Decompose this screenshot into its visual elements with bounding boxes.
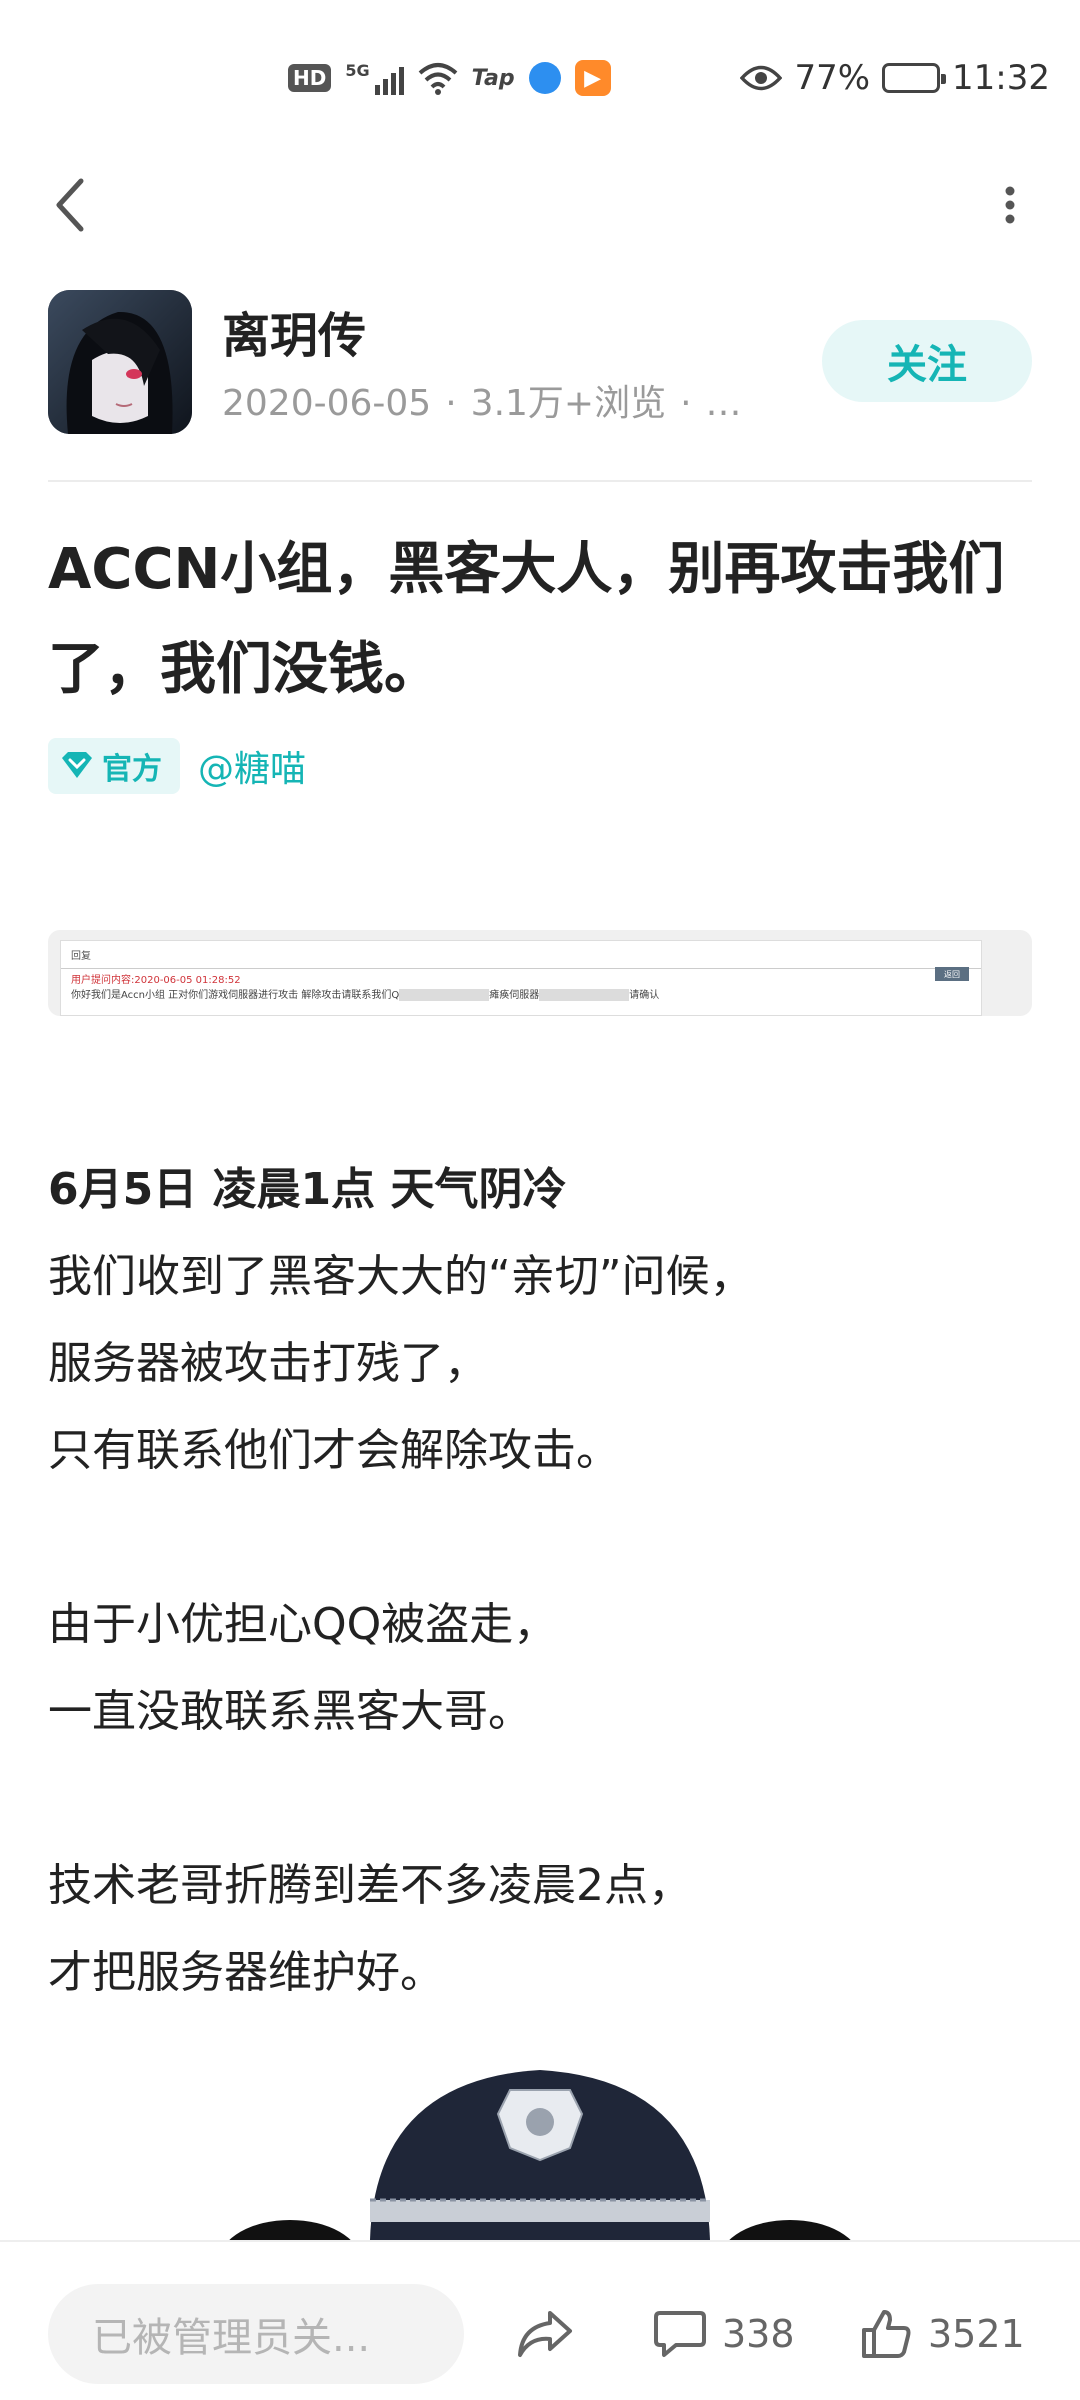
body-line: 6月5日 凌晨1点 天气阴冷: [48, 1164, 567, 1215]
status-left-icons: HD 5G Tap ▶: [288, 56, 611, 100]
chevron-left-icon: [56, 178, 84, 232]
redacted-block: [399, 989, 490, 1001]
post-body: 6月5日 凌晨1点 天气阴冷 我们收到了黑客大大的“亲切”问候， 服务器被攻击打…: [48, 1146, 1032, 2016]
network-type-label: 5G: [345, 61, 370, 80]
status-right: 77% 11:32: [740, 56, 1050, 100]
bottom-action-bar: 已被管理员关... 338 3521: [0, 2240, 1080, 2400]
author-name[interactable]: 离玥传: [222, 296, 366, 366]
body-line: 由于小优担心QQ被盗走，: [48, 1599, 558, 1650]
follow-button[interactable]: 关注: [822, 320, 1032, 402]
screenshot-timestamp: 用户提问内容:2020-06-05 01:28:52: [71, 975, 241, 986]
wifi-icon: [418, 63, 457, 95]
screenshot-frame: 回复 用户提问内容:2020-06-05 01:28:52 你好我们是Accn小…: [60, 940, 982, 1016]
body-line: 技术老哥折腾到差不多凌晨2点，: [48, 1860, 692, 1911]
official-label: 官方: [102, 752, 162, 787]
post-meta: 2020-06-05 · 3.1万+浏览 ·…: [222, 383, 742, 424]
game-avatar-image: [48, 290, 192, 434]
browser-app-icon: [528, 62, 561, 94]
screenshot-message-part: 瘫痪伺服器: [489, 990, 540, 1001]
comment-icon: [654, 2311, 706, 2357]
taptap-icon: Tap: [471, 65, 515, 91]
comment-button[interactable]: 338: [654, 2284, 795, 2384]
body-line: 服务器被攻击打残了，: [48, 1338, 488, 1389]
divider: [48, 480, 1032, 482]
more-options-button[interactable]: [980, 170, 1040, 240]
share-icon: [518, 2311, 572, 2357]
body-line: [48, 1755, 1032, 1842]
body-line: 才把服务器维护好。: [48, 1947, 444, 1998]
post-date: 2020-06-05: [222, 383, 432, 424]
like-count: 3521: [928, 2312, 1025, 2356]
mention-link[interactable]: @糖喵: [198, 740, 306, 792]
comment-input[interactable]: 已被管理员关...: [48, 2284, 464, 2384]
signal-icon: 5G: [345, 61, 404, 95]
comment-count: 338: [722, 2312, 795, 2356]
official-badge: 官方: [48, 738, 180, 794]
thumbs-up-icon: [862, 2310, 911, 2358]
like-button[interactable]: 3521: [860, 2284, 1025, 2384]
post-image-screenshot[interactable]: 回复 用户提问内容:2020-06-05 01:28:52 你好我们是Accn小…: [48, 930, 1032, 1016]
author-header: 离玥传 2020-06-05 · 3.1万+浏览 ·… 关注: [48, 290, 1032, 436]
body-line: 我们收到了黑客大大的“亲切”问候，: [48, 1251, 754, 1302]
more-vertical-icon: [1005, 186, 1015, 224]
police-cap-image[interactable]: [210, 2040, 870, 2240]
status-bar: HD 5G Tap ▶ 77% 11:32: [0, 0, 1080, 160]
screenshot-message-part: 你好我们是Accn小组 正对你们游戏伺服器进行攻击 解除攻击请联系我们Q: [71, 990, 400, 1001]
avatar[interactable]: [48, 290, 192, 434]
battery-percent: 77%: [794, 58, 871, 98]
screenshot-header: 回复: [61, 941, 981, 969]
back-button[interactable]: [40, 170, 100, 240]
clock: 11:32: [952, 58, 1050, 98]
body-line: 一直没敢联系黑客大哥。: [48, 1686, 532, 1737]
hd-icon: HD: [288, 64, 332, 92]
redacted-block: [539, 989, 630, 1001]
meta-more: …: [705, 383, 742, 424]
body-line: [48, 1494, 1032, 1581]
share-button[interactable]: [516, 2284, 574, 2384]
diamond-check-icon: [62, 752, 92, 778]
body-line: 只有联系他们才会解除攻击。: [48, 1425, 620, 1476]
post-tags: 官方 @糖喵: [48, 738, 306, 794]
screenshot-message: 你好我们是Accn小组 正对你们游戏伺服器进行攻击 解除攻击请联系我们Q 瘫痪伺服…: [61, 986, 981, 1001]
video-app-icon: ▶: [574, 60, 611, 96]
eye-icon: [740, 65, 783, 91]
screenshot-message-part: 请确认: [629, 990, 660, 1001]
view-count: 3.1万+浏览: [470, 383, 667, 424]
post-title: ACCN小组，黑客大人，别再攻击我们了，我们没钱。: [48, 537, 1005, 702]
battery-icon: [882, 63, 947, 93]
screenshot-return-button: 返回: [935, 967, 969, 981]
